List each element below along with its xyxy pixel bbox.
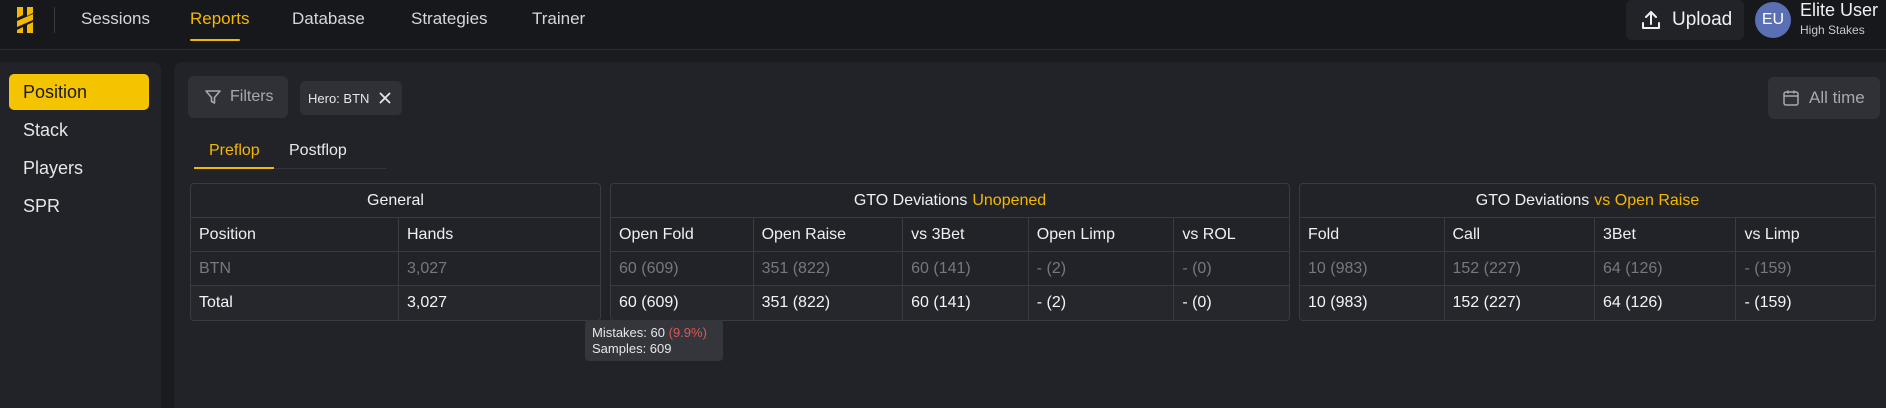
sidebar-item-stack[interactable]: Stack	[9, 112, 149, 148]
column-header[interactable]: Call	[1445, 218, 1595, 251]
general-table-title: General	[191, 184, 600, 218]
filter-chip-label: Hero: BTN	[308, 90, 370, 106]
table-row[interactable]: 10 (983) 152 (227) 64 (126) - (159)	[1300, 252, 1875, 286]
upload-button[interactable]: Upload	[1626, 0, 1744, 40]
date-range-button[interactable]: All time	[1768, 77, 1880, 119]
table-cell: - (2)	[1029, 252, 1175, 285]
table-cell: Total	[191, 286, 399, 320]
column-header[interactable]: Fold	[1300, 218, 1445, 251]
column-header[interactable]: vs Limp	[1736, 218, 1875, 251]
nav-trainer[interactable]: Trainer	[532, 9, 585, 29]
report-panel: Filters Hero: BTN All time Preflop Postf…	[174, 62, 1886, 408]
avatar[interactable]: EU	[1755, 2, 1791, 38]
vs-open-raise-table: GTO Deviations vs Open Raise Fold Call 3…	[1299, 183, 1876, 321]
filters-label: Filters	[230, 88, 274, 105]
top-bar: Sessions Reports Database Strategies Tra…	[0, 0, 1886, 50]
table-cell: 351 (822)	[754, 252, 904, 285]
table-cell[interactable]: - (0)	[1174, 286, 1289, 320]
table-total-row[interactable]: 10 (983) 152 (227) 64 (126) - (159)	[1300, 286, 1875, 320]
nav-active-indicator	[190, 39, 240, 41]
table-cell[interactable]: 60 (609)	[611, 286, 754, 320]
nav-database[interactable]: Database	[292, 9, 365, 29]
column-header[interactable]: Position	[191, 218, 399, 251]
table-header-row: Open Fold Open Raise vs 3Bet Open Limp v…	[611, 218, 1289, 252]
date-range-label: All time	[1809, 88, 1865, 107]
user-tier: High Stakes	[1800, 23, 1865, 37]
table-cell: 10 (983)	[1300, 252, 1445, 285]
table-cell: 60 (141)	[903, 252, 1029, 285]
column-header[interactable]: vs 3Bet	[903, 218, 1029, 251]
nav-reports[interactable]: Reports	[190, 9, 250, 29]
unopened-table-title: GTO Deviations Unopened	[611, 184, 1289, 218]
table-cell: BTN	[191, 252, 399, 285]
nav-sessions[interactable]: Sessions	[81, 9, 150, 29]
upload-icon	[1642, 11, 1660, 29]
sidebar-item-position[interactable]: Position	[9, 74, 149, 110]
filter-chip: Hero: BTN	[300, 81, 402, 115]
table-header-row: Position Hands	[191, 218, 600, 252]
unopened-table: GTO Deviations Unopened Open Fold Open R…	[610, 183, 1290, 321]
tooltip-mistakes-line: Mistakes: 60 (9.9%)	[592, 325, 716, 341]
tab-postflop[interactable]: Postflop	[289, 142, 347, 160]
table-cell[interactable]: - (159)	[1736, 286, 1875, 320]
vs-open-raise-table-title: GTO Deviations vs Open Raise	[1300, 184, 1875, 218]
table-total-row[interactable]: 60 (609) 351 (822) 60 (141) - (2) - (0)	[611, 286, 1289, 320]
upload-label: Upload	[1672, 9, 1733, 30]
general-table: General Position Hands BTN 3,027 Total 3…	[190, 183, 601, 321]
table-cell[interactable]: 152 (227)	[1445, 286, 1595, 320]
column-header[interactable]: Open Raise	[754, 218, 904, 251]
logo-divider	[54, 7, 55, 33]
table-cell[interactable]: 60 (141)	[903, 286, 1029, 320]
column-header[interactable]: Hands	[399, 218, 600, 251]
logo-icon[interactable]	[14, 5, 36, 35]
table-cell: - (0)	[1182, 259, 1212, 277]
column-header[interactable]: Open Fold	[611, 218, 754, 251]
filter-icon	[205, 90, 221, 104]
table-cell[interactable]: 64 (126)	[1595, 286, 1737, 320]
mistakes-tooltip: Mistakes: 60 (9.9%) Samples: 609	[585, 320, 723, 361]
tooltip-mistakes: Mistakes: 60	[592, 325, 665, 340]
tooltip-mistakes-percent: (9.9%)	[668, 325, 707, 340]
column-header[interactable]: Open Limp	[1029, 218, 1175, 251]
table-cell: 3,027	[406, 294, 448, 311]
table-cell: 152 (227)	[1445, 252, 1595, 285]
tooltip-samples: Samples: 609	[592, 341, 672, 356]
table-header-row: Fold Call 3Bet vs Limp	[1300, 218, 1875, 252]
tab-active-indicator	[194, 167, 274, 169]
table-cell[interactable]: 351 (822)	[754, 286, 904, 320]
table-cell[interactable]: 10 (983)	[1300, 286, 1445, 320]
user-name: Elite User	[1800, 0, 1879, 20]
sidebar-item-spr[interactable]: SPR	[9, 188, 149, 224]
table-cell: 3,027	[406, 259, 448, 277]
sidebar: Position Stack Players SPR	[0, 62, 161, 408]
table-total-row[interactable]: Total 3,027	[191, 286, 600, 320]
column-header[interactable]: 3Bet	[1595, 218, 1737, 251]
table-cell: 64 (126)	[1595, 252, 1737, 285]
table-cell[interactable]: - (2)	[1029, 286, 1175, 320]
table-cell: - (159)	[1744, 259, 1792, 277]
sidebar-item-players[interactable]: Players	[9, 150, 149, 186]
table-cell: 60 (609)	[611, 252, 754, 285]
tab-preflop[interactable]: Preflop	[209, 142, 260, 160]
filters-button[interactable]: Filters	[188, 76, 288, 118]
column-header[interactable]: vs ROL	[1174, 218, 1289, 251]
nav-strategies[interactable]: Strategies	[411, 9, 488, 29]
table-row[interactable]: 60 (609) 351 (822) 60 (141) - (2) - (0)	[611, 252, 1289, 286]
table-row[interactable]: BTN 3,027	[191, 252, 600, 286]
calendar-icon	[1783, 90, 1799, 106]
close-icon[interactable]	[379, 92, 391, 104]
tab-divider	[274, 168, 386, 169]
